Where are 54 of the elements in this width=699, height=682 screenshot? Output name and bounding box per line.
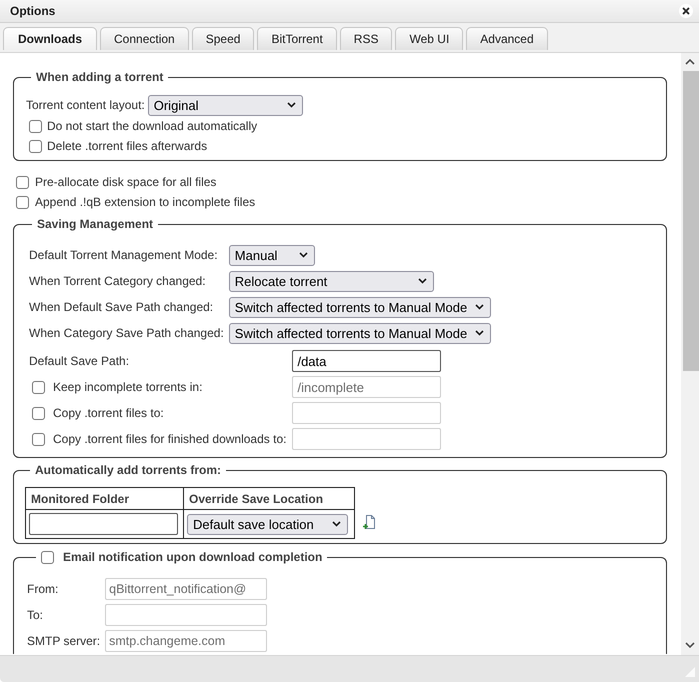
close-icon[interactable]	[679, 4, 693, 18]
chevron-down-icon	[286, 102, 296, 108]
text-field[interactable]: /data	[292, 350, 442, 372]
tab[interactable]: Web UI	[395, 27, 464, 50]
tab[interactable]: Speed	[192, 27, 254, 50]
group-legend: When adding a torrent	[36, 70, 164, 84]
chevron-down-icon[interactable]	[685, 642, 695, 648]
text-field[interactable]	[29, 513, 178, 535]
dropdown-select[interactable]: Manual	[228, 244, 315, 266]
chevron-down-icon	[475, 330, 484, 336]
field-label: To:	[27, 608, 44, 622]
tab[interactable]: Connection	[100, 27, 189, 50]
dropdown-select[interactable]: Original	[148, 94, 303, 116]
column-header: Monitored Folder	[26, 488, 184, 510]
checkbox[interactable]	[29, 120, 42, 132]
dropdown-select[interactable]: Default save location	[187, 514, 348, 534]
chevron-down-icon	[418, 278, 427, 284]
dropdown-select[interactable]: Switch affected torrents to Manual Mode	[228, 322, 491, 344]
checkbox[interactable]	[16, 176, 29, 188]
tab[interactable]: Downloads	[3, 27, 98, 50]
group-legend: Automatically add torrents from:	[35, 463, 222, 477]
field-label: From:	[27, 582, 60, 596]
field-label: Default Save Path:	[29, 354, 130, 368]
column-header: Override Save Location	[184, 488, 354, 510]
tab[interactable]: Advanced	[466, 27, 548, 50]
dropdown-select[interactable]: Relocate torrent	[228, 270, 434, 292]
checkbox[interactable]	[29, 140, 42, 152]
checkbox-label: Copy .torrent files to:	[53, 406, 164, 420]
tab[interactable]: BitTorrent	[257, 27, 337, 50]
field-label: When Default Save Path changed:	[29, 300, 214, 314]
chevron-down-icon	[298, 252, 308, 258]
tab[interactable]: RSS	[340, 27, 392, 50]
field-label: Default Torrent Management Mode:	[29, 248, 219, 262]
chevron-down-icon	[332, 521, 341, 527]
field-label: Torrent content layout:	[26, 98, 145, 112]
checkbox-label: Copy .torrent files for finished downloads to:	[53, 432, 286, 446]
group-legend: Saving Management	[37, 217, 154, 231]
field-label: When Category Save Path changed:	[29, 326, 224, 340]
add-file-icon[interactable]	[363, 515, 375, 529]
checkbox-label: Append .!qB extension to incomplete files	[35, 195, 256, 209]
window-title: Options	[10, 4, 56, 18]
dropdown-select[interactable]: Switch affected torrents to Manual Mode	[228, 296, 491, 318]
chevron-down-icon	[475, 304, 484, 310]
checkbox-label: Pre-allocate disk space for all files	[35, 175, 216, 189]
checkbox[interactable]	[16, 196, 29, 208]
checkbox[interactable]	[41, 551, 54, 564]
checkbox-label: Keep incomplete torrents in:	[53, 380, 202, 394]
chevron-up-icon[interactable]	[685, 59, 695, 65]
checkbox-label: Do not start the download automatically	[47, 119, 258, 133]
scrollbar-thumb[interactable]	[683, 71, 699, 371]
checkbox-label: Delete .torrent files afterwards	[47, 139, 208, 153]
field-label: When Torrent Category changed:	[29, 274, 207, 288]
field-label: SMTP server:	[27, 634, 100, 648]
group-legend: Email notification upon download completion	[63, 550, 322, 565]
